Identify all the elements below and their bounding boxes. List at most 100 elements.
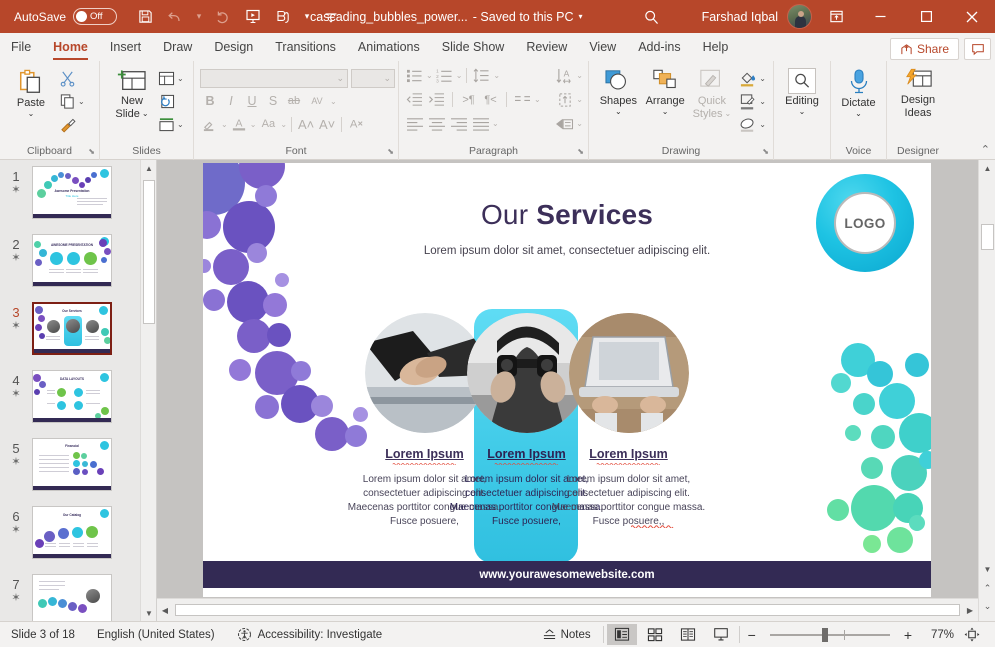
font-color-icon[interactable]: A (229, 114, 249, 134)
normal-view-icon[interactable] (607, 624, 637, 645)
line-spacing-dropdown-icon[interactable]: ⌄ (493, 71, 500, 80)
save-state-dropdown-icon[interactable]: ▾ (579, 12, 583, 21)
tab-add-ins[interactable]: Add-ins (627, 34, 691, 61)
copy-dropdown-icon[interactable]: ⌄ (78, 97, 85, 106)
clear-formatting-icon[interactable]: A (346, 114, 366, 134)
change-case-button[interactable]: Aa (257, 114, 279, 134)
avatar[interactable] (787, 4, 812, 29)
list-item[interactable]: 2 ✶ AWESOME PRESENTATION (4, 234, 140, 292)
decrease-font-size-button[interactable]: A˅ (317, 114, 337, 134)
tab-home[interactable]: Home (42, 34, 99, 61)
language-indicator[interactable]: English (United States) (97, 629, 215, 641)
numbering-icon[interactable]: 123 (434, 65, 455, 86)
slide-subtitle[interactable]: Lorem ipsum dolor sit amet, consectetuer… (203, 245, 931, 257)
autosave-switch[interactable]: Off (73, 8, 117, 25)
shape-effects-dropdown-icon[interactable]: ⌄ (759, 120, 766, 129)
section-button[interactable]: ⌄ (156, 114, 186, 135)
right-to-left-icon[interactable]: ¶< (480, 89, 501, 110)
shapes-button[interactable]: Shapes ⌄ (595, 65, 642, 116)
share-button[interactable]: Share (890, 38, 959, 60)
scroll-down-icon[interactable]: ▼ (979, 561, 995, 577)
autosave-toggle[interactable]: AutoSave Off (14, 8, 117, 25)
copy-button[interactable]: ⌄ (57, 91, 87, 112)
bullets-dropdown-icon[interactable]: ⌄ (426, 71, 433, 80)
shape-fill-dropdown-icon[interactable]: ⌄ (759, 74, 766, 83)
zoom-out-button[interactable]: − (743, 627, 761, 643)
align-text-dropdown-icon[interactable]: ⌄ (576, 95, 583, 104)
increase-indent-icon[interactable] (426, 89, 447, 110)
close-button[interactable] (949, 0, 995, 33)
thumbnail-image[interactable]: Our Catalog (32, 506, 112, 559)
minimize-button[interactable] (857, 0, 903, 33)
editing-dropdown-icon[interactable]: ⌄ (799, 108, 806, 116)
scroll-right-icon[interactable]: ▶ (962, 602, 978, 618)
undo-dropdown-icon[interactable]: ▾ (191, 4, 207, 30)
increase-font-size-button[interactable]: A˄ (296, 114, 316, 134)
zoom-slider[interactable] (770, 634, 890, 636)
column-heading[interactable]: Lorem Ipsum (535, 447, 722, 464)
ribbon-display-options-icon[interactable] (815, 0, 857, 33)
comments-button[interactable] (964, 38, 991, 60)
tab-draw[interactable]: Draw (152, 34, 203, 61)
align-text-icon[interactable] (554, 89, 575, 110)
left-to-right-icon[interactable]: >¶ (458, 89, 479, 110)
bold-button[interactable]: B (200, 91, 220, 111)
scroll-up-icon[interactable]: ▲ (141, 160, 157, 176)
character-spacing-dropdown-icon[interactable]: ⌄ (330, 97, 337, 106)
slide-show-icon[interactable] (706, 624, 736, 645)
arrange-dropdown-icon[interactable]: ⌄ (662, 108, 669, 116)
reading-view-icon[interactable] (673, 624, 703, 645)
list-item[interactable]: 7 ✶ (4, 574, 140, 621)
editing-button[interactable]: Editing ⌄ (779, 65, 825, 116)
dictate-button[interactable]: Dictate ⌄ (836, 65, 881, 118)
font-name-input[interactable]: ⌄ (200, 69, 348, 88)
align-left-icon[interactable] (404, 113, 425, 134)
quick-styles-button[interactable]: Quick Styles ⌄ (689, 65, 736, 120)
text-highlight-icon[interactable] (200, 114, 220, 134)
zoom-level[interactable]: 77% (920, 629, 954, 641)
account-area[interactable]: Farshad Iqbal (702, 0, 812, 33)
change-case-dropdown-icon[interactable]: ⌄ (280, 120, 287, 129)
font-color-dropdown-icon[interactable]: ⌄ (250, 120, 257, 129)
list-item[interactable]: 4 ✶ DATA LAYOUTS (4, 370, 140, 428)
previous-slide-button[interactable]: ⌃ (979, 580, 995, 597)
section-dropdown-icon[interactable]: ⌄ (177, 120, 184, 129)
vscrollbar-thumb[interactable] (981, 224, 994, 250)
maximize-button[interactable] (903, 0, 949, 33)
tab-slide-show[interactable]: Slide Show (431, 34, 516, 61)
column-body[interactable]: Lorem ipsum dolor sit amet, consectetuer… (535, 473, 722, 529)
tab-animations[interactable]: Animations (347, 34, 431, 61)
touch-mode-icon[interactable] (269, 4, 297, 30)
thumbnail-image[interactable]: DATA LAYOUTS (32, 370, 112, 423)
page-title[interactable]: Our Services (203, 199, 931, 231)
shape-effects-button[interactable]: ⌄ (737, 114, 768, 135)
scrollbar-thumb[interactable] (143, 180, 155, 324)
list-item[interactable]: 3 ✶ Our Services (4, 302, 140, 360)
slide-footer[interactable]: www.yourawesomewebsite.com (203, 561, 931, 588)
line-spacing-icon[interactable] (471, 65, 492, 86)
scroll-left-icon[interactable]: ◀ (157, 602, 173, 618)
cut-button[interactable] (57, 68, 87, 89)
columns-dropdown-icon[interactable]: ⌄ (534, 95, 541, 104)
text-highlight-dropdown-icon[interactable]: ⌄ (221, 120, 228, 129)
shape-outline-dropdown-icon[interactable]: ⌄ (759, 97, 766, 106)
document-filename[interactable]: cascading_bubbles_power... (310, 10, 468, 24)
align-right-icon[interactable] (448, 113, 469, 134)
canvas-vertical-scrollbar[interactable]: ▲ ▼ ⌃ ⌄ (978, 160, 995, 621)
clipboard-dialog-launcher[interactable]: ⬊ (88, 145, 95, 159)
canvas-horizontal-scrollbar[interactable]: ◀ ▶ (157, 598, 978, 621)
tab-review[interactable]: Review (515, 34, 578, 61)
drawing-dialog-launcher[interactable]: ⬊ (762, 145, 769, 159)
tab-insert[interactable]: Insert (99, 34, 152, 61)
bullets-icon[interactable] (404, 65, 425, 86)
decrease-indent-icon[interactable] (404, 89, 425, 110)
scroll-up-icon[interactable]: ▲ (979, 160, 995, 176)
zoom-slider-thumb[interactable] (822, 628, 828, 642)
list-item[interactable]: 6 ✶ Our Catalog (4, 506, 140, 564)
design-ideas-button[interactable]: Design Ideas (892, 65, 944, 119)
hscrollbar-thumb[interactable] (175, 604, 960, 616)
thumbnail-image[interactable]: AWESOME PRESENTATION (32, 234, 112, 287)
numbering-dropdown-icon[interactable]: ⌄ (456, 71, 463, 80)
shape-outline-button[interactable]: ⌄ (737, 91, 768, 112)
zoom-in-button[interactable]: + (899, 627, 917, 643)
